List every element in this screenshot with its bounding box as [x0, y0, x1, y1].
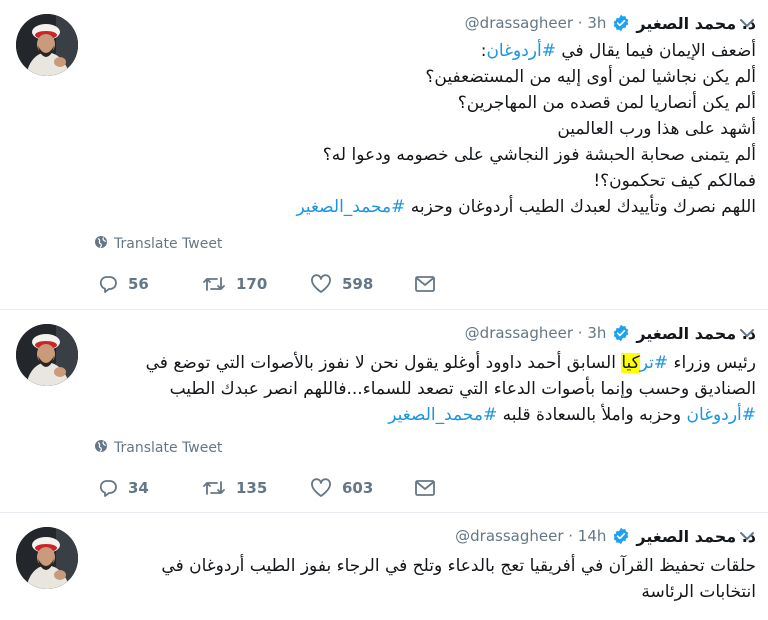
like-count: 598: [342, 275, 374, 293]
verified-badge-icon: [612, 324, 630, 342]
direct-message-button[interactable]: [414, 479, 436, 497]
tweet-header: د. محمد الصغير @drassagheer · 14h: [90, 525, 756, 547]
tweet-line: ألم يتمنى صحابة الحبشة فوز النجاشي على خ…: [322, 145, 756, 165]
reply-count: 56: [128, 275, 149, 293]
caret-down-icon[interactable]: [738, 14, 756, 32]
avatar[interactable]: [16, 324, 78, 386]
hashtag-link[interactable]: #محمد_الصغير: [296, 197, 405, 217]
tweet-text: أضعف الإيمان فيما يقال في #أردوغان: ألم …: [90, 38, 756, 220]
retweet-button[interactable]: 135: [202, 478, 310, 498]
tweet-line: ألم يكن نجاشيا لمن أوى إليه من المستضعفي…: [425, 67, 756, 87]
translate-label: Translate Tweet: [114, 440, 223, 456]
message-icon: [414, 479, 436, 497]
hashtag-link[interactable]: #محمد_الصغير: [388, 405, 497, 425]
reply-count: 34: [128, 479, 149, 497]
tweet-text: حلقات تحفيظ القرآن في أفريقيا تعج بالدعا…: [90, 553, 756, 605]
translate-tweet-link[interactable]: Translate Tweet: [94, 439, 222, 457]
tweet-1[interactable]: د. محمد الصغير @drassagheer · 3h أضعف ال…: [0, 0, 768, 310]
handle-timestamp[interactable]: @drassagheer · 14h: [455, 527, 606, 545]
hashtag-link[interactable]: #أردوغان: [486, 41, 556, 61]
tweet-line: الصناديق وحسب وإنما بأصوات الدعاء التي ت…: [169, 379, 756, 399]
tweet-actions: 56 170 598: [98, 274, 436, 294]
globe-icon: [94, 235, 108, 253]
like-count: 603: [342, 479, 374, 497]
retweet-count: 135: [236, 479, 268, 497]
tweet-line: أضعف الإيمان فيما يقال في #أردوغان:: [90, 38, 756, 64]
message-icon: [414, 275, 436, 293]
reply-icon: [98, 478, 118, 498]
tweet-header: د. محمد الصغير @drassagheer · 3h: [90, 12, 756, 34]
tweet-header: د. محمد الصغير @drassagheer · 3h: [90, 322, 756, 344]
avatar[interactable]: [16, 527, 78, 589]
like-icon: [310, 478, 332, 498]
retweet-count: 170: [236, 275, 268, 293]
retweet-icon: [202, 274, 226, 294]
handle-timestamp[interactable]: @drassagheer · 3h: [465, 324, 607, 342]
tweet-actions: 34 135 603: [98, 478, 436, 498]
tweet-line: اللهم نصرك وتأييدك لعبدك الطيب أردوغان و…: [90, 194, 756, 220]
text: وحزبه واملأ بالسعادة قلبه: [497, 405, 687, 425]
verified-badge-icon: [612, 527, 630, 545]
avatar[interactable]: [16, 14, 78, 76]
tweet-2[interactable]: د. محمد الصغير @drassagheer · 3h رئيس وز…: [0, 310, 768, 513]
tweet-line: انتخابات الرئاسة: [641, 582, 756, 602]
text: السابق أحمد داوود أوغلو يقول نحن لا نفوز…: [145, 353, 622, 373]
hashtag-link[interactable]: #أردوغان: [686, 405, 756, 425]
reply-button[interactable]: 56: [98, 274, 202, 294]
caret-down-icon[interactable]: [738, 527, 756, 545]
tweet-line: #أردوغان وحزبه واملأ بالسعادة قلبه #محمد…: [90, 402, 756, 428]
retweet-icon: [202, 478, 226, 498]
tweet-line: ألم يكن أنصاريا لمن قصده من المهاجرين؟: [457, 93, 756, 113]
like-button[interactable]: 603: [310, 478, 414, 498]
translate-tweet-link[interactable]: Translate Tweet: [94, 235, 222, 253]
hashtag-part: #تر: [639, 353, 669, 373]
reply-button[interactable]: 34: [98, 478, 202, 498]
search-highlight: كيا: [621, 353, 640, 373]
timeline: د. محمد الصغير @drassagheer · 3h أضعف ال…: [0, 0, 768, 620]
verified-badge-icon: [612, 14, 630, 32]
tweet-3[interactable]: د. محمد الصغير @drassagheer · 14h حلقات …: [0, 513, 768, 620]
like-icon: [310, 274, 332, 294]
reply-icon: [98, 274, 118, 294]
direct-message-button[interactable]: [414, 275, 436, 293]
caret-down-icon[interactable]: [738, 324, 756, 342]
globe-icon: [94, 439, 108, 457]
text: أضعف الإيمان فيما يقال في: [555, 41, 756, 61]
tweet-line: فمالكم كيف تحكمون؟!: [593, 171, 756, 191]
handle-timestamp[interactable]: @drassagheer · 3h: [465, 14, 607, 32]
hashtag-link[interactable]: #تركيا: [621, 353, 668, 373]
text: رئيس وزراء: [668, 353, 756, 373]
tweet-line: رئيس وزراء #تركيا السابق أحمد داوود أوغل…: [90, 350, 756, 376]
text: اللهم نصرك وتأييدك لعبدك الطيب أردوغان و…: [405, 197, 756, 217]
tweet-line: حلقات تحفيظ القرآن في أفريقيا تعج بالدعا…: [161, 556, 756, 576]
tweet-text: رئيس وزراء #تركيا السابق أحمد داوود أوغل…: [90, 350, 756, 428]
like-button[interactable]: 598: [310, 274, 414, 294]
translate-label: Translate Tweet: [114, 236, 223, 252]
retweet-button[interactable]: 170: [202, 274, 310, 294]
tweet-line: أشهد على هذا ورب العالمين: [557, 119, 756, 139]
